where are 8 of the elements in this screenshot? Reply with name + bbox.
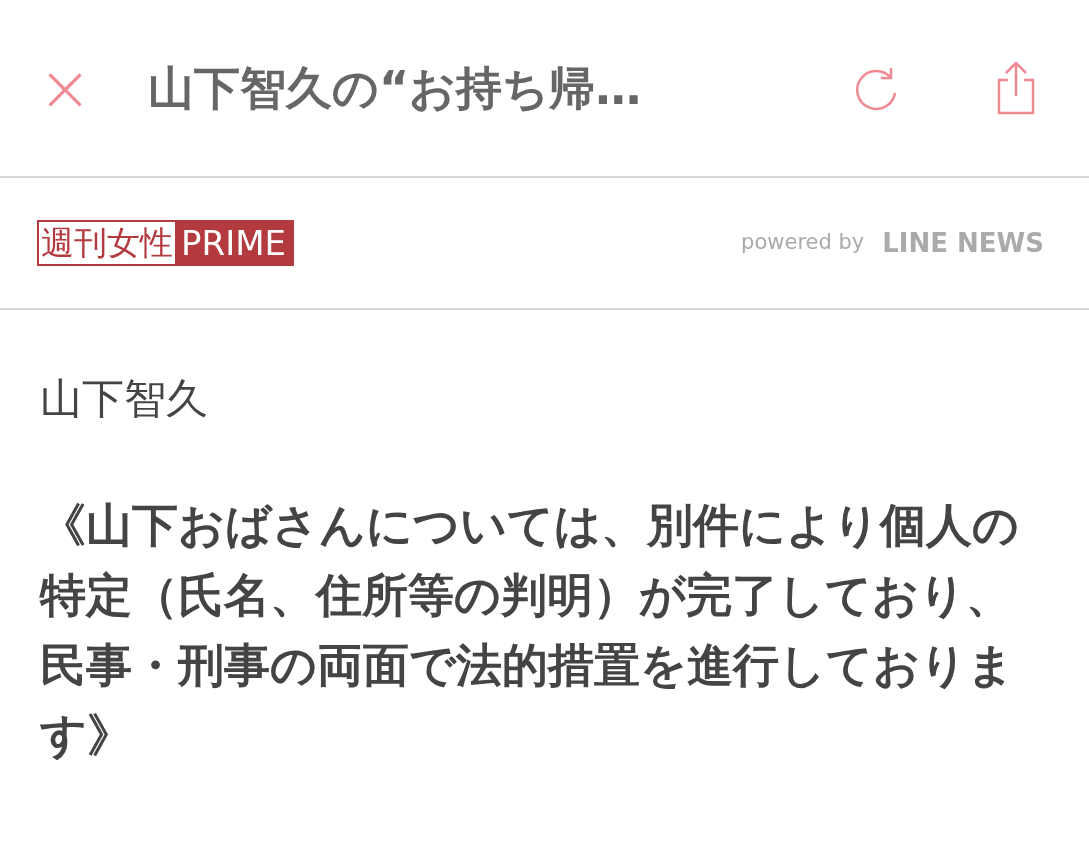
logo-text: 週刊女性 xyxy=(40,222,174,264)
provider-name: LINE NEWS xyxy=(882,226,1044,260)
article-quote: 《山下おばさんについては、別件により個人の特定（氏名、住所等の判明）が完了しており、民事・刑事の両面で法的措置を進行しております》 xyxy=(40,497,1020,764)
author-name: 山下智久 xyxy=(40,378,209,420)
logo-text: PRIME xyxy=(175,222,292,264)
page-title: 山下智久の“お持ち帰… xyxy=(148,59,642,117)
close-button[interactable]: × xyxy=(30,56,100,120)
powered-by-label: powered by xyxy=(741,229,865,257)
